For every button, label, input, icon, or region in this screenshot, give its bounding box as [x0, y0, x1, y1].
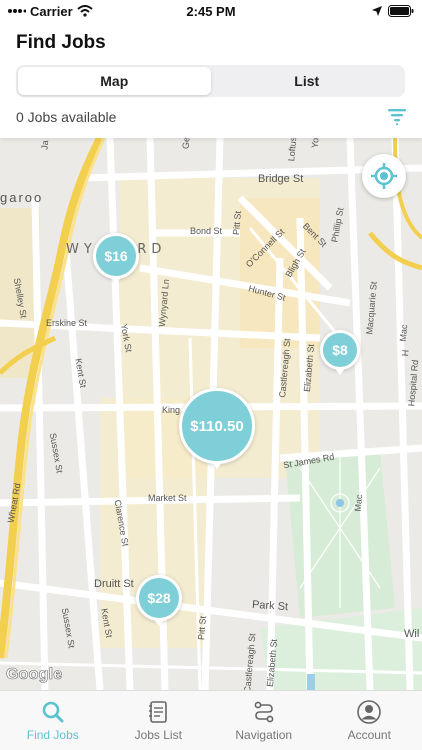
carrier-label: Carrier — [30, 3, 73, 19]
signal-icon — [8, 9, 26, 13]
person-icon — [357, 700, 382, 724]
header: Find Jobs Map List 0 Jobs available — [0, 22, 422, 138]
job-pin[interactable]: $16 — [93, 233, 139, 284]
street-label: Ge — [180, 138, 192, 150]
status-bar: Carrier 2:45 PM — [0, 0, 422, 22]
tab-bar: Find Jobs Jobs List Navigation Account — [0, 690, 422, 750]
search-icon — [42, 701, 64, 723]
tab-jobs-list[interactable]: Jobs List — [106, 691, 212, 750]
tab-account[interactable]: Account — [317, 691, 422, 750]
street-label: Park St — [251, 598, 289, 614]
wifi-icon — [76, 5, 93, 17]
street-label: Market St — [148, 493, 187, 503]
tab-label: Navigation — [235, 728, 293, 742]
street-label: H — [399, 349, 411, 357]
filter-button[interactable] — [386, 106, 408, 128]
location-arrow-icon — [372, 6, 382, 16]
segment-list[interactable]: List — [211, 67, 404, 95]
street-label: Ja — [39, 139, 51, 151]
tab-navigation[interactable]: Navigation — [211, 691, 317, 750]
street-label: Bond St — [190, 226, 223, 236]
filter-icon — [388, 109, 406, 126]
street-label: Bridge St — [258, 173, 304, 185]
street-label: Mac — [397, 324, 410, 342]
notepad-icon — [149, 701, 168, 723]
street-label: King — [162, 405, 181, 415]
page-title: Find Jobs — [16, 32, 106, 53]
street-label: Druitt St — [94, 578, 134, 590]
google-logo: Google — [6, 666, 63, 684]
area-label: garoo — [0, 190, 44, 205]
street-label: Pitt St — [230, 210, 244, 236]
tab-find-jobs[interactable]: Find Jobs — [0, 691, 106, 750]
job-pin[interactable]: $110.50 — [179, 388, 255, 469]
map-view[interactable]: Ja Ge Loftus Yo Bridge St Bond St Pitt S… — [0, 138, 422, 690]
tab-label: Account — [347, 728, 391, 742]
job-pin[interactable]: $28 — [136, 575, 182, 626]
street-label: Wil — [404, 628, 420, 640]
jobs-available-count: 0 Jobs available — [16, 109, 117, 125]
view-segmented-control: Map List — [16, 65, 405, 97]
crosshair-icon — [371, 163, 397, 189]
my-location-button[interactable] — [362, 154, 406, 198]
job-pin[interactable]: $8 — [320, 330, 360, 375]
route-icon — [254, 701, 274, 723]
tab-label: Find Jobs — [26, 728, 79, 742]
battery-icon — [388, 5, 414, 17]
street-label: Erskine St — [46, 318, 88, 328]
tab-label: Jobs List — [134, 728, 182, 742]
segment-map[interactable]: Map — [18, 67, 211, 95]
street-label: Yo — [309, 138, 321, 149]
street-label: Mac — [352, 494, 365, 512]
street-label: Pitt St — [195, 615, 209, 641]
